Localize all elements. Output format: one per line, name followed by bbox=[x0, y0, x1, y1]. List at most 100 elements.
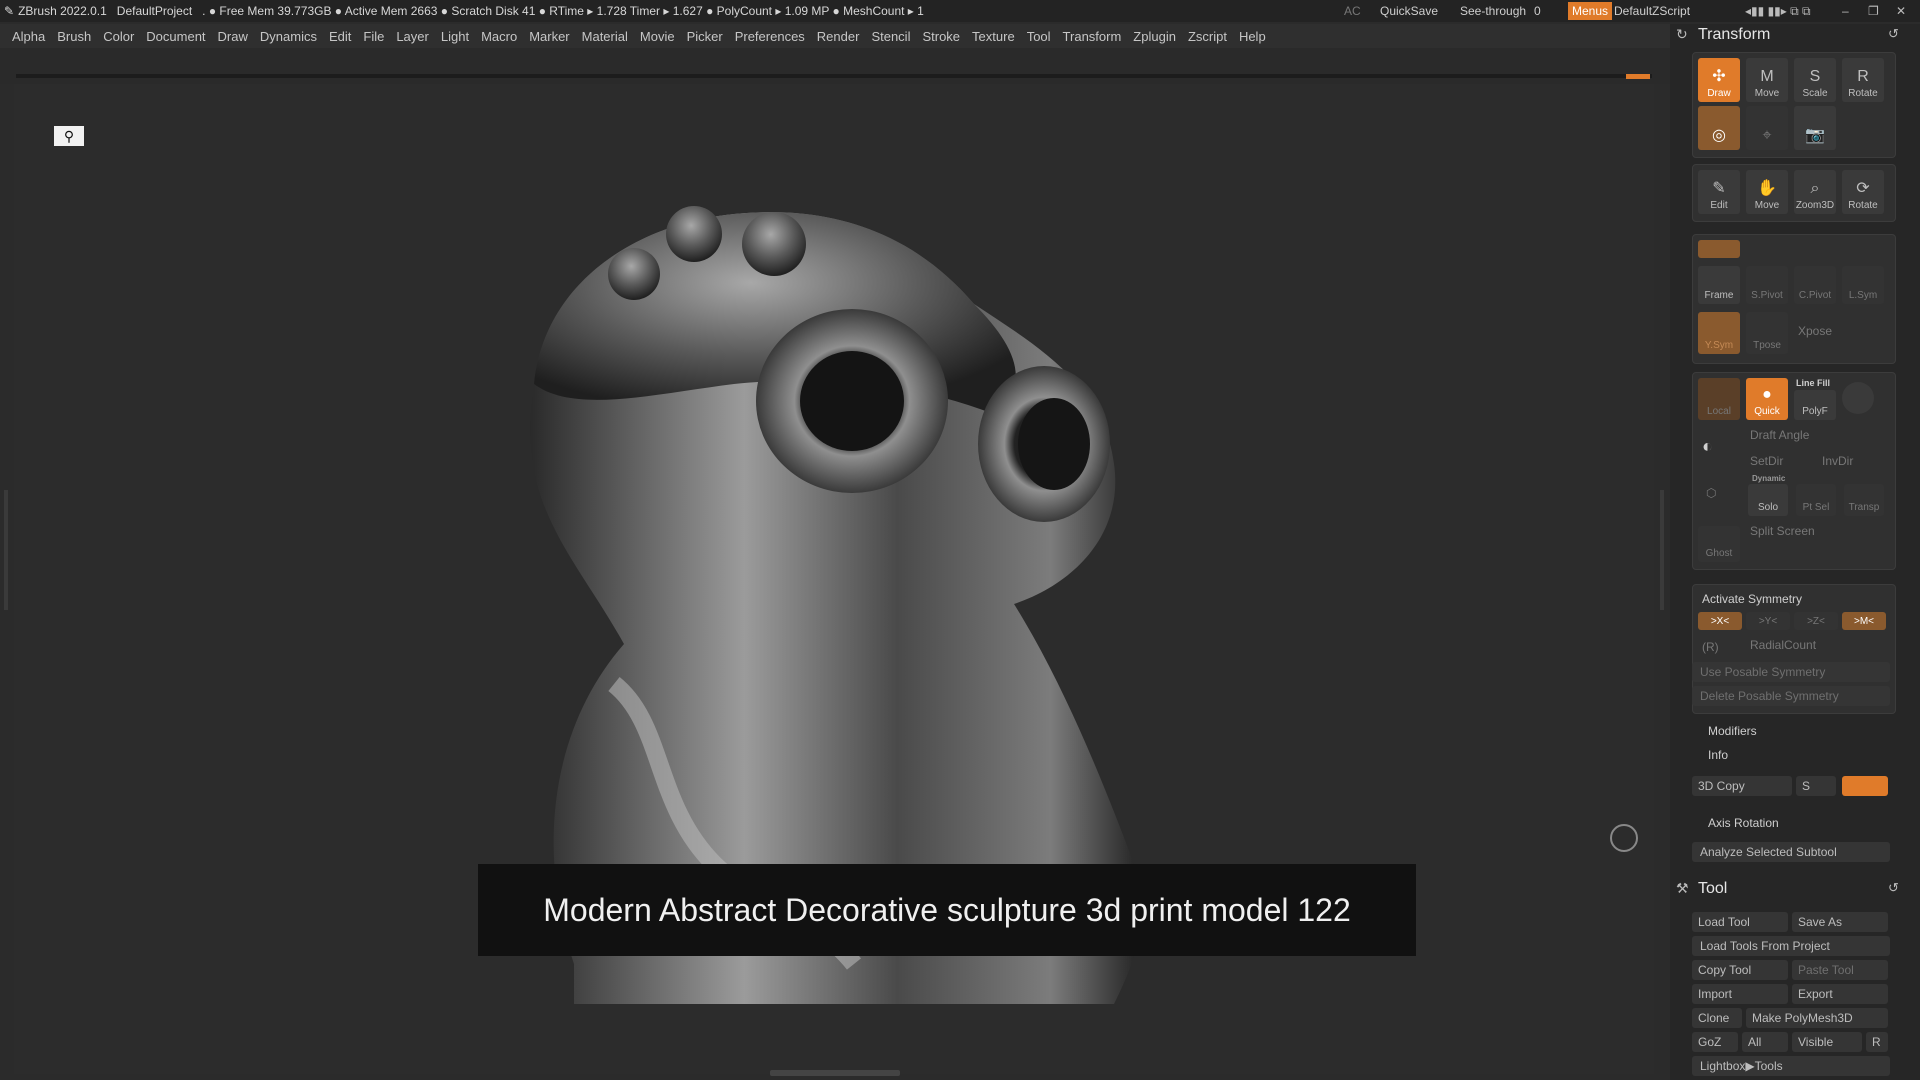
lightbox-tools-button[interactable]: Lightbox▶Tools bbox=[1692, 1056, 1890, 1076]
rotate-view-button[interactable]: ⟳ Rotate bbox=[1842, 170, 1884, 214]
menu-tool[interactable]: Tool bbox=[1027, 29, 1051, 44]
see-through-slider[interactable]: See-through 0 bbox=[1460, 0, 1552, 22]
load-tool-button[interactable]: Load Tool bbox=[1692, 912, 1788, 932]
make-polymesh3d-button[interactable]: Make PolyMesh3D bbox=[1746, 1008, 1888, 1028]
gizmo-toggle[interactable]: ◎ bbox=[1698, 106, 1740, 150]
ptsel-button[interactable]: Pt Sel bbox=[1796, 484, 1836, 516]
menu-macro[interactable]: Macro bbox=[481, 29, 517, 44]
save-as-button[interactable]: Save As bbox=[1792, 912, 1888, 932]
ysym-button[interactable]: Y.Sym bbox=[1698, 312, 1740, 354]
menu-stencil[interactable]: Stencil bbox=[871, 29, 910, 44]
menu-zscript[interactable]: Zscript bbox=[1188, 29, 1227, 44]
pan-button[interactable]: ✋ Move bbox=[1746, 170, 1788, 214]
lsym-button[interactable]: L.Sym bbox=[1842, 266, 1884, 304]
menu-zplugin[interactable]: Zplugin bbox=[1133, 29, 1176, 44]
transform-title[interactable]: Transform bbox=[1698, 26, 1770, 44]
menu-document[interactable]: Document bbox=[146, 29, 205, 44]
radial-r-toggle[interactable]: (R) bbox=[1702, 640, 1719, 654]
s-button[interactable]: S bbox=[1796, 776, 1836, 796]
info-section[interactable]: Info bbox=[1708, 748, 1728, 762]
radial-count-slider[interactable]: RadialCount bbox=[1750, 638, 1816, 652]
minimize-icon[interactable]: – bbox=[1842, 0, 1849, 22]
move-mode-button[interactable]: M Move bbox=[1746, 58, 1788, 102]
cube-icon[interactable]: ⬡ bbox=[1706, 486, 1716, 500]
3d-copy-button[interactable]: 3D Copy bbox=[1692, 776, 1792, 796]
draft-angle-slider[interactable]: Draft Angle bbox=[1750, 428, 1809, 442]
menu-stroke[interactable]: Stroke bbox=[922, 29, 960, 44]
goz-visible-button[interactable]: Visible bbox=[1792, 1032, 1862, 1052]
menu-color[interactable]: Color bbox=[103, 29, 134, 44]
solo-button[interactable]: Solo bbox=[1748, 484, 1788, 516]
scale-mode-button[interactable]: S Scale bbox=[1794, 58, 1836, 102]
sym-m-toggle[interactable]: >M< bbox=[1842, 612, 1886, 630]
quick-button[interactable]: ● Quick bbox=[1746, 378, 1788, 420]
menu-edit[interactable]: Edit bbox=[329, 29, 351, 44]
setdir-button[interactable]: SetDir bbox=[1750, 454, 1783, 468]
tool-reset-icon[interactable]: ↺ bbox=[1888, 880, 1899, 896]
xpose-label[interactable]: Xpose bbox=[1798, 324, 1832, 338]
menu-alpha[interactable]: Alpha bbox=[12, 29, 45, 44]
tpose-button[interactable]: Tpose bbox=[1746, 312, 1788, 354]
local-button[interactable]: Local bbox=[1698, 378, 1740, 420]
menu-preferences[interactable]: Preferences bbox=[735, 29, 805, 44]
ghost-button[interactable]: Ghost bbox=[1698, 526, 1740, 562]
activate-symmetry-button[interactable]: Activate Symmetry bbox=[1702, 592, 1802, 606]
menu-material[interactable]: Material bbox=[582, 29, 628, 44]
zoom3d-button[interactable]: ⌕ Zoom3D bbox=[1794, 170, 1836, 214]
load-tools-from-project-button[interactable]: Load Tools From Project bbox=[1692, 936, 1890, 956]
tool-title[interactable]: Tool bbox=[1698, 880, 1727, 898]
sym-z-toggle[interactable]: >Z< bbox=[1794, 612, 1838, 630]
menu-draw[interactable]: Draw bbox=[218, 29, 248, 44]
sym-y-toggle[interactable]: >Y< bbox=[1746, 612, 1790, 630]
menu-light[interactable]: Light bbox=[441, 29, 469, 44]
analyze-selected-subtool-button[interactable]: Analyze Selected Subtool bbox=[1692, 842, 1890, 862]
edit-pivot-button[interactable]: ⌖ bbox=[1746, 106, 1788, 150]
polyf-button[interactable]: PolyF bbox=[1794, 390, 1836, 420]
xyz-rotation-toggle[interactable] bbox=[1698, 240, 1740, 258]
menu-dynamics[interactable]: Dynamics bbox=[260, 29, 317, 44]
menu-help[interactable]: Help bbox=[1239, 29, 1266, 44]
frame-button[interactable]: Frame bbox=[1698, 266, 1740, 304]
menu-file[interactable]: File bbox=[363, 29, 384, 44]
use-posable-symmetry-button[interactable]: Use Posable Symmetry bbox=[1692, 662, 1890, 682]
delete-posable-symmetry-button[interactable]: Delete Posable Symmetry bbox=[1692, 686, 1890, 706]
menu-movie[interactable]: Movie bbox=[640, 29, 675, 44]
contrast-icon[interactable]: ◐ bbox=[1702, 436, 1713, 457]
copy-tool-button[interactable]: Copy Tool bbox=[1692, 960, 1788, 980]
invdir-button[interactable]: InvDir bbox=[1822, 454, 1853, 468]
export-button[interactable]: Export bbox=[1792, 984, 1888, 1004]
restore-icon[interactable]: ❐ bbox=[1868, 0, 1879, 22]
split-screen-slider[interactable]: Split Screen bbox=[1750, 524, 1815, 538]
transform-reset-icon[interactable]: ↺ bbox=[1888, 26, 1899, 42]
quicksave-button[interactable]: QuickSave bbox=[1380, 0, 1438, 22]
sym-x-toggle[interactable]: >X< bbox=[1698, 612, 1742, 630]
menu-marker[interactable]: Marker bbox=[529, 29, 569, 44]
rotate-mode-button[interactable]: R Rotate bbox=[1842, 58, 1884, 102]
axis-rotation-section[interactable]: Axis Rotation bbox=[1708, 816, 1779, 830]
transp-button[interactable]: Transp bbox=[1844, 484, 1884, 516]
modifiers-section[interactable]: Modifiers bbox=[1708, 724, 1757, 738]
import-button[interactable]: Import bbox=[1692, 984, 1788, 1004]
menu-transform[interactable]: Transform bbox=[1063, 29, 1122, 44]
menu-render[interactable]: Render bbox=[817, 29, 860, 44]
layout-icons[interactable]: ◂▮▮ ▮▮▸ ⧉ ⧉ bbox=[1745, 0, 1811, 22]
default-zscript-button[interactable]: DefaultZScript bbox=[1614, 0, 1690, 22]
copy-value-slider[interactable] bbox=[1842, 776, 1888, 796]
spivot-button[interactable]: S.Pivot bbox=[1746, 266, 1788, 304]
menu-picker[interactable]: Picker bbox=[687, 29, 723, 44]
view-gizmo-icon[interactable] bbox=[1610, 824, 1638, 852]
close-icon[interactable]: ✕ bbox=[1896, 0, 1906, 22]
draw-button[interactable]: ✣ Draw bbox=[1698, 58, 1740, 102]
menu-texture[interactable]: Texture bbox=[972, 29, 1015, 44]
material-sphere-button[interactable] bbox=[1842, 382, 1874, 414]
goz-r-button[interactable]: R bbox=[1866, 1032, 1888, 1052]
goz-button[interactable]: GoZ bbox=[1692, 1032, 1738, 1052]
bottom-shelf-handle[interactable] bbox=[770, 1070, 900, 1076]
paste-tool-button[interactable]: Paste Tool bbox=[1792, 960, 1888, 980]
menus-toggle[interactable]: Menus bbox=[1568, 2, 1613, 20]
clone-button[interactable]: Clone bbox=[1692, 1008, 1742, 1028]
left-tray-handle[interactable] bbox=[4, 490, 8, 610]
goz-all-button[interactable]: All bbox=[1742, 1032, 1788, 1052]
edit-button[interactable]: ✎ Edit bbox=[1698, 170, 1740, 214]
right-tray-handle[interactable] bbox=[1660, 490, 1664, 610]
